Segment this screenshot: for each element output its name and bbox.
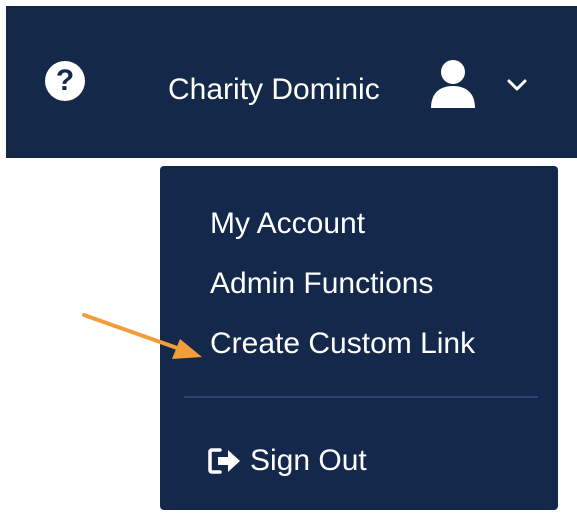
top-navigation-bar: ? Charity Dominic (6, 6, 577, 158)
annotation-arrow (82, 313, 202, 359)
menu-item-admin-functions[interactable]: Admin Functions (210, 264, 433, 304)
sign-out-label: Sign Out (250, 444, 367, 477)
user-name[interactable]: Charity Dominic (168, 70, 380, 110)
menu-item-sign-out[interactable]: Sign Out (208, 441, 367, 481)
menu-item-my-account[interactable]: My Account (210, 204, 365, 244)
chevron-down-icon[interactable] (504, 76, 530, 94)
user-dropdown-menu: My Account Admin Functions Create Custom… (160, 166, 558, 510)
menu-item-create-custom-link[interactable]: Create Custom Link (210, 324, 475, 364)
sign-out-icon (208, 448, 240, 474)
question-circle-icon[interactable]: ? (45, 61, 85, 101)
user-icon[interactable] (429, 58, 477, 110)
menu-divider (184, 396, 538, 398)
